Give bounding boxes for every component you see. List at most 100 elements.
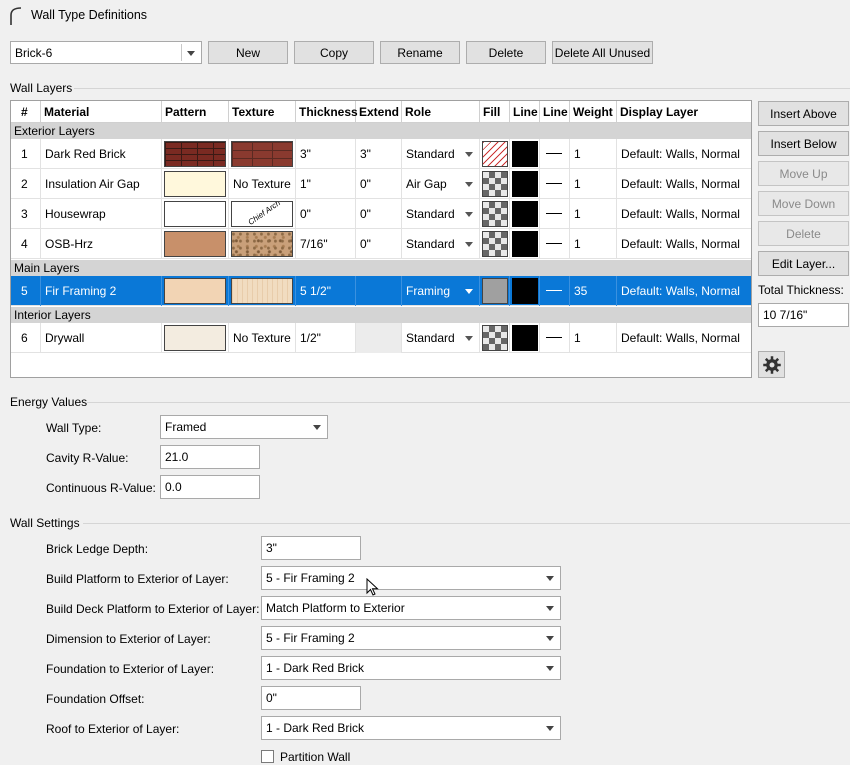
role-select[interactable]: Standard (402, 323, 480, 353)
column-header-pattern[interactable]: Pattern (162, 101, 229, 123)
line-color-cell[interactable] (510, 139, 540, 169)
thickness-cell[interactable]: 5 1/2" (296, 276, 356, 306)
display-layer-cell[interactable]: Default: Walls, Normal (617, 199, 751, 229)
wall-type-select[interactable]: Brick-6 (10, 41, 202, 64)
foundation-offset-field[interactable]: 0" (261, 686, 361, 710)
line-color-cell[interactable] (510, 323, 540, 353)
rename-button[interactable]: Rename (380, 41, 460, 64)
roof-dropdown[interactable]: 1 - Dark Red Brick (261, 716, 561, 740)
settings-button[interactable] (758, 351, 785, 378)
table-row[interactable]: 4 OSB-Hrz 7/16" 0" Standard 1 Default: W… (11, 229, 751, 259)
column-header-line-color[interactable]: Line (510, 101, 540, 123)
thickness-cell[interactable]: 1" (296, 169, 356, 199)
column-header-weight[interactable]: Weight (570, 101, 617, 123)
fill-cell[interactable] (480, 229, 510, 259)
line-color-cell[interactable] (510, 199, 540, 229)
material-cell[interactable]: Housewrap (41, 199, 162, 229)
edit-layer-button[interactable]: Edit Layer... (758, 251, 849, 276)
column-header-role[interactable]: Role (402, 101, 480, 123)
dimension-dropdown[interactable]: 5 - Fir Framing 2 (261, 626, 561, 650)
thickness-cell[interactable]: 3" (296, 139, 356, 169)
weight-cell[interactable]: 1 (570, 199, 617, 229)
line-style-cell[interactable] (540, 229, 570, 259)
column-header-number[interactable]: # (11, 101, 41, 123)
line-style-cell[interactable] (540, 169, 570, 199)
build-platform-dropdown[interactable]: 5 - Fir Framing 2 (261, 566, 561, 590)
table-row[interactable]: 3 Housewrap Chief Arch 0" 0" Standard 1 … (11, 199, 751, 229)
pattern-cell[interactable] (162, 169, 229, 199)
role-select[interactable]: Air Gap (402, 169, 480, 199)
move-down-button[interactable]: Move Down (758, 191, 849, 216)
new-button[interactable]: New (208, 41, 288, 64)
column-header-material[interactable]: Material (41, 101, 162, 123)
table-row[interactable]: 1 Dark Red Brick 3" 3" Standard 1 Defaul… (11, 139, 751, 169)
thickness-cell[interactable]: 7/16" (296, 229, 356, 259)
insert-above-button[interactable]: Insert Above (758, 101, 849, 126)
role-select[interactable]: Standard (402, 139, 480, 169)
line-style-cell[interactable] (540, 139, 570, 169)
cavity-r-value-field[interactable]: 21.0 (160, 445, 260, 469)
brick-ledge-depth-field[interactable]: 3" (261, 536, 361, 560)
continuous-r-value-field[interactable]: 0.0 (160, 475, 260, 499)
weight-cell[interactable]: 35 (570, 276, 617, 306)
extend-cell[interactable]: 0" (356, 229, 402, 259)
display-layer-cell[interactable]: Default: Walls, Normal (617, 229, 751, 259)
foundation-dropdown[interactable]: 1 - Dark Red Brick (261, 656, 561, 680)
texture-cell[interactable] (229, 276, 296, 306)
extend-cell[interactable] (356, 276, 402, 306)
column-header-display-layer[interactable]: Display Layer (617, 101, 751, 123)
fill-cell[interactable] (480, 169, 510, 199)
partition-wall-label[interactable]: Partition Wall (280, 750, 350, 764)
extend-cell[interactable]: 3" (356, 139, 402, 169)
weight-cell[interactable]: 1 (570, 169, 617, 199)
delete-layer-button[interactable]: Delete (758, 221, 849, 246)
fill-cell[interactable] (480, 139, 510, 169)
pattern-cell[interactable] (162, 139, 229, 169)
display-layer-cell[interactable]: Default: Walls, Normal (617, 323, 751, 353)
role-select[interactable]: Standard (402, 229, 480, 259)
material-cell[interactable]: Dark Red Brick (41, 139, 162, 169)
table-row[interactable]: 6 Drywall No Texture 1/2" Standard 1 Def… (11, 323, 751, 353)
table-row-selected[interactable]: 5 Fir Framing 2 5 1/2" Framing 35 Defaul… (11, 276, 751, 306)
fill-cell[interactable] (480, 276, 510, 306)
thickness-cell[interactable]: 0" (296, 199, 356, 229)
line-color-cell[interactable] (510, 229, 540, 259)
material-cell[interactable]: Drywall (41, 323, 162, 353)
line-style-cell[interactable] (540, 276, 570, 306)
texture-cell[interactable]: Chief Arch (229, 199, 296, 229)
fill-cell[interactable] (480, 199, 510, 229)
wall-type-dropdown[interactable]: Framed (160, 415, 328, 439)
texture-cell[interactable] (229, 139, 296, 169)
role-select[interactable]: Standard (402, 199, 480, 229)
material-cell[interactable]: OSB-Hrz (41, 229, 162, 259)
fill-cell[interactable] (480, 323, 510, 353)
weight-cell[interactable]: 1 (570, 229, 617, 259)
line-style-cell[interactable] (540, 323, 570, 353)
extend-cell[interactable]: 0" (356, 169, 402, 199)
role-select[interactable]: Framing (402, 276, 480, 306)
copy-button[interactable]: Copy (294, 41, 374, 64)
table-row[interactable]: 2 Insulation Air Gap No Texture 1" 0" Ai… (11, 169, 751, 199)
extend-cell[interactable]: 0" (356, 199, 402, 229)
column-header-texture[interactable]: Texture (229, 101, 296, 123)
line-style-cell[interactable] (540, 199, 570, 229)
display-layer-cell[interactable]: Default: Walls, Normal (617, 139, 751, 169)
column-header-line-style[interactable]: Line (540, 101, 570, 123)
move-up-button[interactable]: Move Up (758, 161, 849, 186)
material-cell[interactable]: Fir Framing 2 (41, 276, 162, 306)
partition-wall-checkbox[interactable] (261, 750, 274, 763)
material-cell[interactable]: Insulation Air Gap (41, 169, 162, 199)
column-header-thickness[interactable]: Thickness (296, 101, 358, 123)
insert-below-button[interactable]: Insert Below (758, 131, 849, 156)
delete-all-unused-button[interactable]: Delete All Unused (552, 41, 653, 64)
texture-cell[interactable]: No Texture (229, 323, 296, 353)
display-layer-cell[interactable]: Default: Walls, Normal (617, 169, 751, 199)
weight-cell[interactable]: 1 (570, 139, 617, 169)
column-header-fill[interactable]: Fill (480, 101, 510, 123)
line-color-cell[interactable] (510, 276, 540, 306)
texture-cell[interactable]: No Texture (229, 169, 296, 199)
delete-wall-type-button[interactable]: Delete (466, 41, 546, 64)
pattern-cell[interactable] (162, 199, 229, 229)
thickness-cell[interactable]: 1/2" (296, 323, 356, 353)
weight-cell[interactable]: 1 (570, 323, 617, 353)
